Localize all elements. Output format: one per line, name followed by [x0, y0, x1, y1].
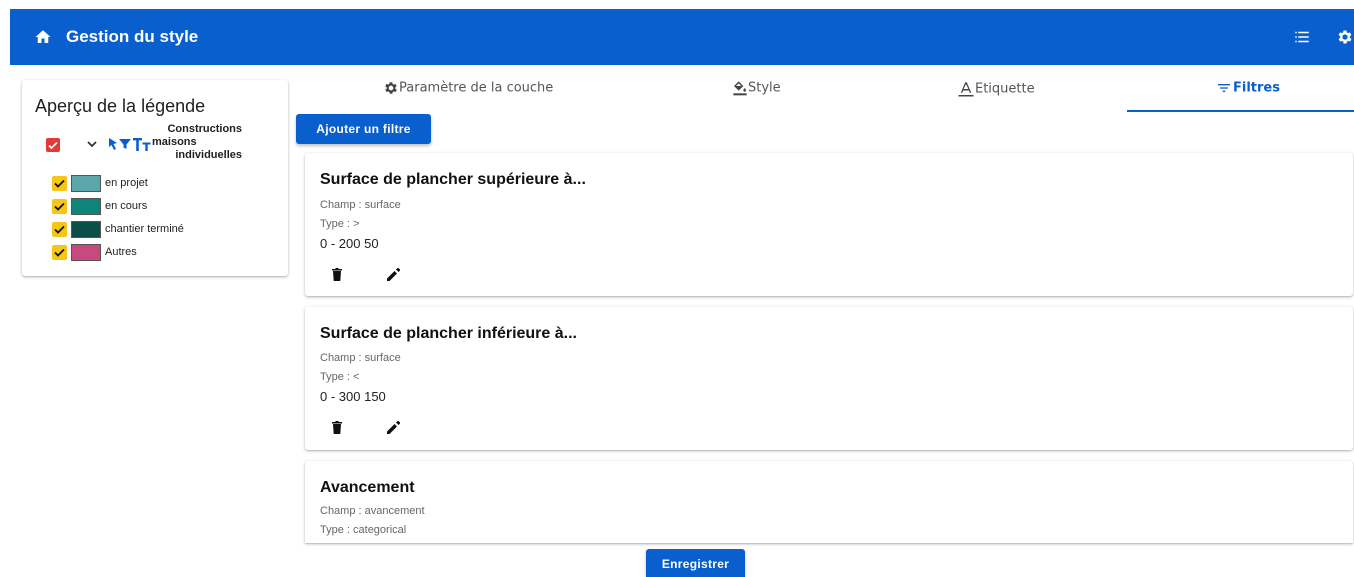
- tab-label: Etiquette: [975, 81, 1035, 97]
- chevron-down-icon[interactable]: [86, 138, 98, 150]
- text-label-icon[interactable]: [133, 137, 151, 152]
- filter-field: Champ : surface: [320, 352, 401, 364]
- filter-card: Avancement Champ : avancement Type : cat…: [305, 461, 1353, 543]
- check-icon: [48, 141, 58, 150]
- filter-title: Surface de plancher supérieure à...: [320, 171, 586, 188]
- list-icon[interactable]: [1293, 28, 1311, 46]
- legend-color-swatch: [71, 175, 101, 192]
- legend-item: Autres: [52, 244, 272, 261]
- gear-icon: [385, 82, 397, 94]
- check-icon: [54, 248, 65, 257]
- tab-label: Filtres: [1233, 80, 1280, 96]
- delete-icon[interactable]: [332, 421, 342, 434]
- legend-item-checkbox[interactable]: [52, 199, 67, 214]
- filter-type: Type : >: [320, 218, 360, 230]
- legend-item-checkbox[interactable]: [52, 245, 67, 260]
- legend-item: chantier terminé: [52, 221, 272, 238]
- filter-type: Type : <: [320, 371, 360, 383]
- check-icon: [54, 202, 65, 211]
- filter-card: Surface de plancher supérieure à... Cham…: [305, 153, 1353, 296]
- app-header: Gestion du style: [10, 9, 1354, 65]
- tab-label: Paramètre de la couche: [399, 80, 554, 96]
- filter-field: Champ : surface: [320, 199, 401, 211]
- legend-color-swatch: [71, 198, 101, 215]
- select-cursor-icon[interactable]: [108, 137, 118, 151]
- legend-title: Aperçu de la légende: [35, 96, 206, 116]
- layer-name-line: Constructions: [167, 123, 242, 135]
- check-icon: [54, 179, 65, 188]
- legend-item-label: chantier terminé: [105, 223, 184, 235]
- check-icon: [54, 225, 65, 234]
- layer-visibility-checkbox[interactable]: [46, 138, 60, 152]
- legend-color-swatch: [71, 221, 101, 238]
- edit-pencil-icon[interactable]: [387, 268, 400, 281]
- legend-item-label: en cours: [105, 200, 148, 212]
- text-icon: [958, 82, 974, 97]
- legend-item-label: Autres: [105, 246, 137, 258]
- edit-pencil-icon[interactable]: [387, 421, 400, 434]
- paint-bucket-icon: [733, 81, 747, 96]
- filter-title: Avancement: [320, 479, 415, 496]
- tab-filters[interactable]: Filtres: [1215, 80, 1280, 110]
- filter-field: Champ : avancement: [320, 505, 425, 517]
- filter-icon: [1218, 84, 1230, 92]
- layer-name-line: maisons: [152, 136, 197, 148]
- tab-style[interactable]: Style: [732, 80, 781, 110]
- filter-value: 0 - 300 150: [320, 389, 386, 404]
- filter-icon[interactable]: [119, 138, 131, 150]
- legend-item-label: en projet: [105, 177, 148, 189]
- legend-item: en cours: [52, 198, 272, 215]
- home-icon[interactable]: [34, 28, 52, 46]
- active-tab-indicator: [1127, 110, 1354, 112]
- filter-value: 0 - 200 50: [320, 236, 379, 251]
- delete-icon[interactable]: [332, 268, 342, 281]
- add-filter-button[interactable]: Ajouter un filtre: [296, 114, 431, 144]
- legend-item-checkbox[interactable]: [52, 222, 67, 237]
- legend-item: en projet: [52, 175, 272, 192]
- filter-card: Surface de plancher inférieure à... Cham…: [305, 307, 1353, 450]
- legend-color-swatch: [71, 244, 101, 261]
- save-button[interactable]: Enregistrer: [646, 549, 745, 577]
- layer-name: Constructions maisons individuelles: [152, 123, 242, 162]
- legend-item-checkbox[interactable]: [52, 176, 67, 191]
- layer-name-line: individuelles: [175, 149, 242, 161]
- tab-layer-settings[interactable]: Paramètre de la couche: [383, 80, 553, 110]
- filter-type: Type : categorical: [320, 524, 407, 536]
- page-title: Gestion du style: [66, 27, 199, 46]
- tab-label: Style: [748, 80, 781, 96]
- settings-gear-icon[interactable]: [1336, 27, 1354, 47]
- legend-panel: Aperçu de la légende Constructions maiso…: [22, 80, 288, 276]
- tab-label-settings[interactable]: Etiquette: [957, 80, 1035, 110]
- filter-title: Surface de plancher inférieure à...: [320, 325, 577, 342]
